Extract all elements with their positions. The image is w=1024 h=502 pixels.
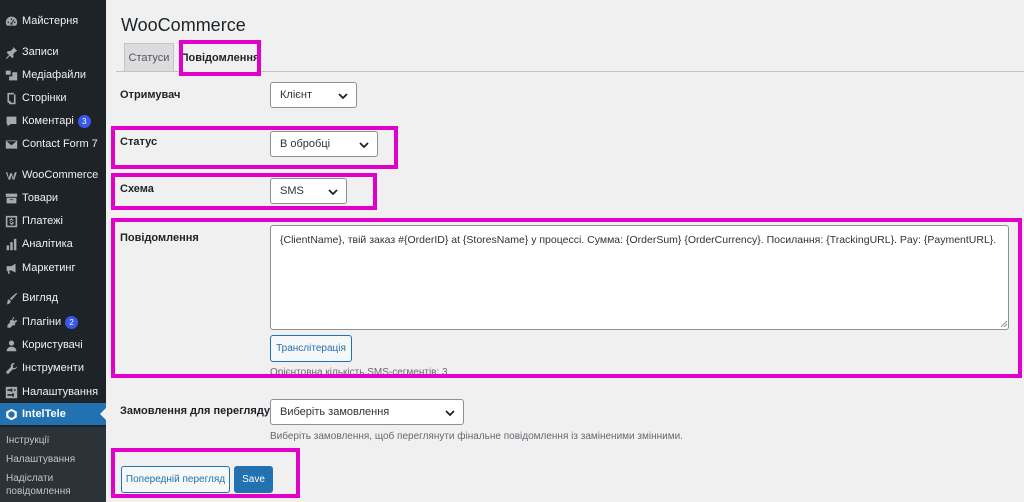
menu-item-dashboard[interactable]: Майстерня	[0, 10, 106, 32]
menu-item-pages[interactable]: Сторінки	[0, 87, 106, 109]
menu-item-label: Записи	[22, 46, 59, 58]
menu-item-media[interactable]: Медіафайли	[0, 64, 106, 86]
tab-messages[interactable]: Повідомлення	[181, 43, 259, 72]
menu-item-appearance[interactable]: Вигляд	[0, 287, 106, 309]
menu-item-label: Інструменти	[22, 362, 84, 374]
preview-button[interactable]: Попередній перегляд	[121, 466, 230, 493]
inteltele-submenu: Інструкції Налаштування Надіслати повідо…	[0, 427, 106, 502]
menu-item-payments[interactable]: Платежі	[0, 210, 106, 232]
message-label: Повідомлення	[120, 232, 199, 244]
menu-item-analytics[interactable]: Аналітика	[0, 233, 106, 255]
comments-count-badge: 3	[77, 114, 91, 128]
sms-segments-note: Орієнтовна кількість SMS-сегментів: 3	[270, 367, 448, 378]
media-icon	[1, 69, 21, 82]
bar-chart-icon	[1, 238, 21, 251]
menu-item-label: Медіафайли	[22, 69, 87, 81]
settings-icon	[1, 386, 21, 399]
chevron-down-icon	[338, 91, 348, 100]
menu-item-woocommerce[interactable]: WooCommerce	[0, 164, 106, 186]
save-button[interactable]: Save	[234, 466, 273, 493]
mail-icon	[1, 138, 21, 151]
message-textarea[interactable]: {ClientName}, твій заказ #{OrderID} at {…	[270, 225, 1009, 330]
menu-item-label: WooCommerce	[22, 169, 99, 181]
chevron-down-icon	[359, 140, 369, 149]
menu-item-contact-form-7[interactable]: Contact Form 7	[0, 133, 106, 155]
submenu-item-instructions[interactable]: Інструкції	[6, 434, 49, 447]
status-label: Статус	[120, 136, 158, 148]
brush-icon	[1, 292, 21, 305]
preview-order-select[interactable]: Виберіть замовлення	[270, 399, 464, 425]
wrench-icon	[1, 362, 21, 375]
resize-grip-icon[interactable]	[999, 319, 1008, 328]
status-select-value: В обробці	[280, 138, 331, 150]
recipient-label: Отримувач	[120, 89, 181, 101]
scheme-label: Схема	[120, 183, 154, 195]
menu-item-label: Товари	[22, 192, 59, 204]
recipient-select-value: Клієнт	[280, 89, 312, 101]
menu-item-label: Contact Form 7	[22, 138, 98, 150]
menu-item-label: Сторінки	[22, 92, 67, 104]
comment-icon	[1, 115, 21, 128]
menu-item-label: Маркетинг	[22, 262, 76, 274]
plugin-icon	[1, 316, 21, 329]
chevron-down-icon	[328, 187, 338, 196]
page-icon	[1, 92, 21, 105]
menu-item-label: Вигляд	[22, 292, 59, 304]
plugins-count-badge: 2	[65, 315, 79, 329]
menu-item-posts[interactable]: Записи	[0, 41, 106, 63]
submenu-item-send-message[interactable]: Надіслати повідомлення	[6, 472, 86, 498]
preview-order-label: Замовлення для перегляду	[120, 405, 271, 417]
menu-item-label: Користувачі	[22, 339, 83, 351]
menu-item-label: Плагіни	[22, 316, 62, 328]
menu-item-label: Майстерня	[22, 15, 79, 27]
scheme-select-value: SMS	[280, 185, 304, 197]
menu-item-label: Коментарі	[22, 115, 74, 127]
menu-item-label: Налаштування	[22, 386, 99, 398]
menu-item-settings[interactable]: Налаштування	[0, 381, 106, 403]
woocommerce-icon	[1, 169, 21, 182]
transliterate-button[interactable]: Транслітерація	[270, 335, 352, 362]
menu-item-plugins[interactable]: Плагіни 2	[0, 311, 106, 333]
scheme-select[interactable]: SMS	[270, 178, 347, 204]
users-icon	[1, 339, 21, 352]
status-select[interactable]: В обробці	[270, 131, 378, 157]
tab-statuses[interactable]: Статуси	[124, 43, 174, 71]
archive-icon	[1, 192, 21, 205]
menu-item-tools[interactable]: Інструменти	[0, 357, 106, 379]
menu-item-comments[interactable]: Коментарі 3	[0, 110, 106, 132]
inteltele-icon	[1, 408, 21, 421]
menu-item-label: IntelTele	[22, 408, 66, 420]
menu-item-label: Платежі	[22, 215, 63, 227]
main-content: WooCommerce Статуси Повідомлення Отримув…	[106, 0, 1024, 502]
dashboard-icon	[1, 15, 21, 28]
menu-item-products[interactable]: Товари	[0, 187, 106, 209]
menu-item-marketing[interactable]: Маркетинг	[0, 257, 106, 279]
submenu-item-settings[interactable]: Налаштування	[6, 453, 75, 466]
dollar-icon	[1, 215, 21, 228]
preview-order-select-value: Виберіть замовлення	[280, 406, 390, 418]
recipient-select[interactable]: Клієнт	[270, 82, 357, 108]
menu-item-inteltele[interactable]: IntelTele	[0, 403, 106, 425]
chevron-down-icon	[445, 408, 455, 417]
menu-item-users[interactable]: Користувачі	[0, 334, 106, 356]
page-title: WooCommerce	[121, 15, 246, 35]
menu-item-label: Аналітика	[22, 238, 73, 250]
pin-icon	[1, 46, 21, 59]
admin-sidebar: Майстерня Записи Медіафайли Сторінки Ком…	[0, 0, 106, 502]
preview-order-description: Виберіть замовлення, щоб переглянути фін…	[270, 431, 683, 442]
megaphone-icon	[1, 262, 21, 275]
